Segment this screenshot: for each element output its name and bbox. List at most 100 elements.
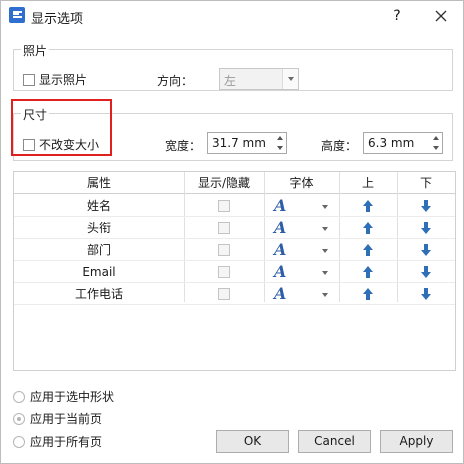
radio-label: 应用于当前页 <box>30 412 103 426</box>
move-up-cell[interactable] <box>339 261 397 283</box>
arrow-up-icon[interactable] <box>362 243 374 257</box>
visibility-cell <box>184 261 264 283</box>
show-photo-checkbox[interactable]: 显示照片 <box>23 71 87 88</box>
properties-table: 属性 显示/隐藏 字体 上 下 姓名 A 头衔 A 部门 A Email A 工作电话 A <box>13 171 456 371</box>
arrow-up-icon[interactable] <box>362 199 374 213</box>
arrow-up-icon[interactable] <box>362 287 374 301</box>
arrow-up-icon[interactable] <box>362 265 374 279</box>
spin-up-icon[interactable] <box>277 136 283 140</box>
visibility-checkbox[interactable] <box>218 243 230 256</box>
col-header-up: 上 <box>361 176 374 190</box>
arrow-down-icon[interactable] <box>420 199 432 213</box>
move-down-cell[interactable] <box>397 217 455 239</box>
font-icon[interactable]: A <box>274 217 286 239</box>
arrow-down-icon[interactable] <box>420 221 432 235</box>
table-row: Email A <box>14 261 455 283</box>
visibility-cell <box>184 217 264 239</box>
photo-group-label: 照片 <box>21 42 50 59</box>
spin-down-icon[interactable] <box>277 146 283 150</box>
arrow-up-icon[interactable] <box>362 221 374 235</box>
arrow-down-icon[interactable] <box>420 265 432 279</box>
highlight-box <box>11 99 112 156</box>
app-logo-icon <box>9 7 25 23</box>
move-up-cell[interactable] <box>339 283 397 305</box>
row-property: 头衔 <box>86 221 111 235</box>
col-header-down: 下 <box>419 176 432 190</box>
arrow-down-icon[interactable] <box>420 243 432 257</box>
direction-select[interactable]: 左 <box>219 68 299 90</box>
chevron-down-icon[interactable] <box>322 293 328 297</box>
font-cell[interactable]: A <box>264 261 339 283</box>
radio-button[interactable] <box>13 390 25 403</box>
visibility-checkbox[interactable] <box>218 287 230 300</box>
width-spinner[interactable]: 31.7 mm <box>207 132 287 154</box>
chevron-down-icon[interactable] <box>322 227 328 231</box>
apply-button[interactable]: Apply <box>380 430 453 453</box>
font-icon[interactable]: A <box>274 239 286 261</box>
row-property: 姓名 <box>86 199 111 213</box>
font-icon[interactable]: A <box>274 261 286 283</box>
font-cell[interactable]: A <box>264 217 339 239</box>
font-cell[interactable]: A <box>264 239 339 261</box>
visibility-checkbox[interactable] <box>218 221 230 234</box>
direction-label: 方向： <box>157 74 194 88</box>
move-down-cell[interactable] <box>397 261 455 283</box>
move-up-cell[interactable] <box>339 195 397 217</box>
move-up-cell[interactable] <box>339 239 397 261</box>
radio-label: 应用于选中形状 <box>30 390 115 404</box>
spin-buttons[interactable] <box>272 133 286 153</box>
height-value: 6.3 mm <box>368 136 415 150</box>
close-button[interactable] <box>429 6 453 26</box>
radio-button[interactable] <box>13 435 25 448</box>
radio-label: 应用于所有页 <box>30 435 103 449</box>
row-property: 工作电话 <box>74 287 123 301</box>
arrow-down-icon[interactable] <box>420 287 432 301</box>
chevron-down-icon[interactable] <box>322 205 328 209</box>
help-button[interactable]: ? <box>385 6 409 26</box>
table-row: 部门 A <box>14 239 455 261</box>
table-row: 工作电话 A <box>14 283 455 305</box>
move-down-cell[interactable] <box>397 239 455 261</box>
title-bar: 显示选项 ? <box>1 1 463 31</box>
show-photo-check[interactable] <box>23 73 35 86</box>
height-label: 高度： <box>321 139 358 153</box>
direction-value: 左 <box>224 74 237 88</box>
show-photo-label: 显示照片 <box>39 73 88 87</box>
move-up-cell[interactable] <box>339 217 397 239</box>
table-row: 姓名 A <box>14 195 455 217</box>
col-header-font: 字体 <box>289 176 314 190</box>
row-property: 部门 <box>86 243 111 257</box>
cancel-button[interactable]: Cancel <box>298 430 371 453</box>
chevron-down-icon <box>282 69 298 89</box>
font-cell[interactable]: A <box>264 283 339 305</box>
font-cell[interactable]: A <box>264 195 339 217</box>
ok-button[interactable]: OK <box>216 430 289 453</box>
table-row: 头衔 A <box>14 217 455 239</box>
table-header: 属性 显示/隐藏 字体 上 下 <box>14 172 455 194</box>
radio-button[interactable] <box>13 412 25 425</box>
window-title: 显示选项 <box>31 12 84 27</box>
visibility-cell <box>184 283 264 305</box>
width-label: 宽度： <box>165 139 202 153</box>
move-down-cell[interactable] <box>397 283 455 305</box>
radio-apply-selected-shape[interactable]: 应用于选中形状 <box>13 388 114 405</box>
col-header-property: 属性 <box>86 176 111 190</box>
radio-apply-current-page[interactable]: 应用于当前页 <box>13 410 102 427</box>
spin-down-icon[interactable] <box>433 146 439 150</box>
font-icon[interactable]: A <box>274 283 286 305</box>
chevron-down-icon[interactable] <box>322 271 328 275</box>
font-icon[interactable]: A <box>274 195 286 217</box>
close-icon <box>435 10 447 22</box>
visibility-checkbox[interactable] <box>218 199 230 212</box>
row-property: Email <box>82 265 116 279</box>
chevron-down-icon[interactable] <box>322 249 328 253</box>
move-down-cell[interactable] <box>397 195 455 217</box>
width-value: 31.7 mm <box>212 136 266 150</box>
col-header-visibility: 显示/隐藏 <box>197 176 251 190</box>
radio-apply-all-pages[interactable]: 应用于所有页 <box>13 433 102 450</box>
visibility-cell <box>184 195 264 217</box>
spin-buttons[interactable] <box>428 133 442 153</box>
spin-up-icon[interactable] <box>433 136 439 140</box>
visibility-checkbox[interactable] <box>218 265 230 278</box>
height-spinner[interactable]: 6.3 mm <box>363 132 443 154</box>
